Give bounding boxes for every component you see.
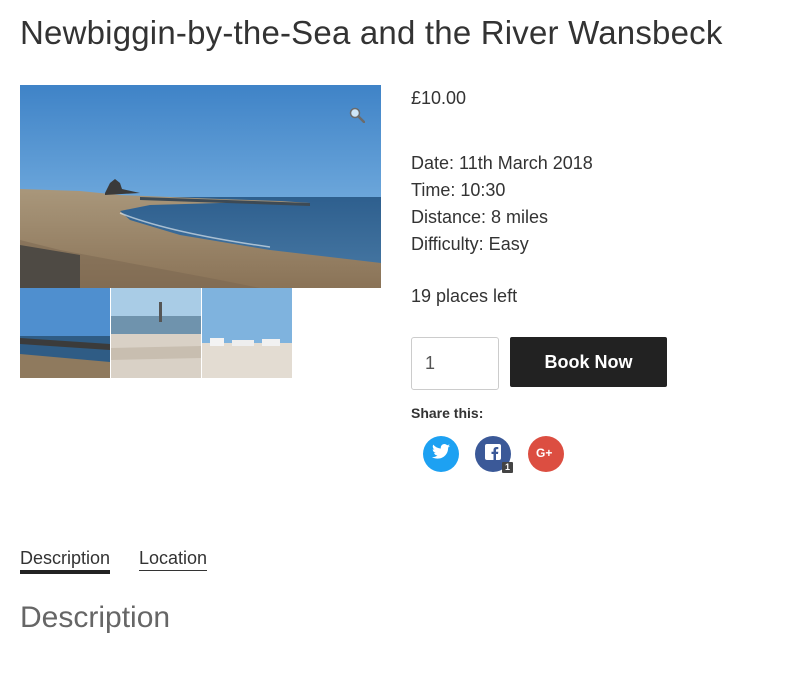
product-title: Newbiggin-by-the-Sea and the River Wansb… bbox=[20, 14, 723, 51]
tab-description[interactable]: Description bbox=[20, 548, 111, 574]
magnify-zoom-icon[interactable] bbox=[349, 107, 366, 124]
quantity-input[interactable] bbox=[411, 337, 499, 390]
main-product-image[interactable] bbox=[20, 85, 381, 288]
thumbnail-image[interactable] bbox=[111, 288, 201, 378]
thumbnail-image[interactable] bbox=[202, 288, 292, 378]
svg-text:G+: G+ bbox=[536, 446, 552, 459]
twitter-icon bbox=[432, 444, 450, 464]
product-details: Date: 11th March 2018 Time: 10:30 Distan… bbox=[411, 150, 593, 258]
detail-difficulty: Difficulty: Easy bbox=[411, 234, 529, 254]
facebook-icon bbox=[485, 443, 501, 465]
description-heading: Description bbox=[20, 601, 171, 634]
detail-date: Date: 11th March 2018 bbox=[411, 153, 593, 173]
thumbnail-image[interactable] bbox=[20, 288, 110, 378]
facebook-share-button[interactable]: 1 bbox=[475, 436, 513, 473]
thumbnail-gallery bbox=[20, 288, 292, 378]
google-plus-icon: G+ bbox=[536, 445, 556, 464]
detail-distance: Distance: 8 miles bbox=[411, 207, 549, 227]
product-price: £10.00 bbox=[411, 88, 467, 108]
detail-time: Time: 10:30 bbox=[411, 180, 506, 200]
share-label: Share this: bbox=[411, 405, 484, 421]
google-plus-share-button[interactable]: G+ bbox=[528, 436, 564, 472]
places-left-text: 19 places left bbox=[411, 286, 518, 306]
tab-location[interactable]: Location bbox=[139, 548, 208, 571]
facebook-share-count: 1 bbox=[501, 462, 513, 473]
beach-photo bbox=[20, 85, 381, 288]
book-now-button[interactable]: Book Now bbox=[510, 337, 667, 387]
twitter-share-button[interactable] bbox=[423, 436, 459, 472]
